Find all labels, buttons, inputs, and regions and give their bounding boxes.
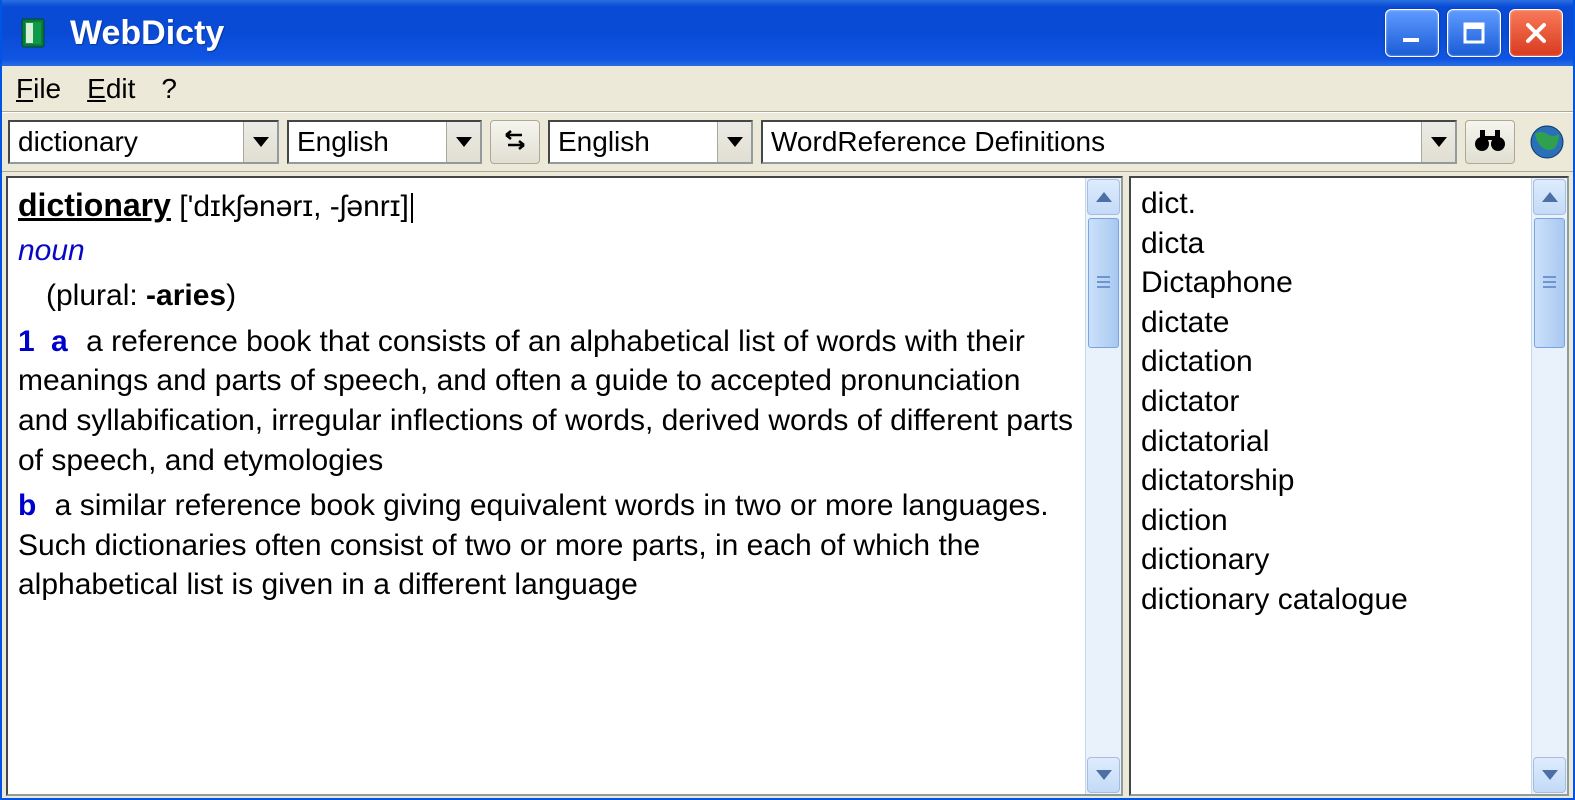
menubar: File Edit ? — [2, 66, 1573, 112]
source-dropdown-icon[interactable] — [1421, 122, 1455, 162]
close-button[interactable] — [1509, 9, 1563, 57]
def-headword: dictionary — [18, 187, 171, 223]
def-pronunciation: ['dɪkʃənərɪ, -ʃənrɪ] — [179, 190, 409, 223]
def-plural: (plural: -aries) — [18, 276, 1075, 316]
scroll-track[interactable] — [1532, 216, 1567, 756]
search-term-value[interactable]: dictionary — [10, 126, 243, 158]
list-item[interactable]: dict. — [1141, 184, 1521, 224]
list-item[interactable]: dictator — [1141, 382, 1521, 422]
wordlist-scrollbar[interactable] — [1531, 178, 1567, 794]
window-title: WebDicty — [70, 14, 1385, 53]
lang-from-dropdown-icon[interactable] — [446, 122, 480, 162]
def-plural-suffix: -aries — [146, 279, 226, 312]
app-icon — [16, 15, 52, 51]
titlebar[interactable]: WebDicty — [2, 0, 1573, 66]
toolbar: dictionary English English WordReference… — [2, 112, 1573, 172]
scroll-thumb[interactable] — [1534, 218, 1565, 348]
scroll-down-icon[interactable] — [1533, 757, 1566, 793]
menu-edit[interactable]: Edit — [87, 73, 135, 105]
source-combo[interactable]: WordReference Definitions — [761, 120, 1457, 164]
lang-from-value: English — [289, 126, 446, 158]
content-area: dictionary ['dɪkʃənərɪ, -ʃənrɪ] noun (pl… — [2, 172, 1573, 798]
list-item[interactable]: dictatorial — [1141, 422, 1521, 462]
minimize-button[interactable] — [1385, 9, 1439, 57]
list-item[interactable]: dictatorship — [1141, 461, 1521, 501]
source-value: WordReference Definitions — [763, 126, 1421, 158]
scroll-track[interactable] — [1086, 216, 1121, 756]
maximize-button[interactable] — [1447, 9, 1501, 57]
search-term-combo[interactable]: dictionary — [8, 120, 279, 164]
sense-1b-text: a similar reference book giving equivale… — [18, 489, 1049, 601]
wordlist-pane: dict.dictaDictaphonedictatedictationdict… — [1129, 176, 1569, 796]
menu-edit-rest: dit — [106, 73, 136, 104]
def-plural-close: ) — [226, 279, 236, 312]
list-item[interactable]: dictate — [1141, 303, 1521, 343]
list-item[interactable]: dictation — [1141, 342, 1521, 382]
lang-from-combo[interactable]: English — [287, 120, 482, 164]
search-button[interactable] — [1465, 120, 1515, 164]
binoculars-icon — [1473, 126, 1507, 159]
list-item[interactable]: dictionary — [1141, 540, 1521, 580]
text-cursor — [411, 193, 413, 223]
def-part-of-speech: noun — [18, 231, 1075, 271]
search-term-dropdown-icon[interactable] — [243, 122, 277, 162]
scroll-up-icon[interactable] — [1087, 179, 1120, 215]
scroll-thumb[interactable] — [1088, 218, 1119, 348]
lang-to-value: English — [550, 126, 717, 158]
definition-scrollbar[interactable] — [1085, 178, 1121, 794]
swap-icon — [500, 125, 530, 160]
scroll-up-icon[interactable] — [1533, 179, 1566, 215]
sense-1a-text: a reference book that consists of an alp… — [18, 325, 1073, 477]
menu-file[interactable]: File — [16, 73, 61, 105]
window-buttons — [1385, 9, 1563, 57]
sense-1a: 1 a a reference book that consists of an… — [18, 322, 1075, 480]
sense-1b-letter: b — [18, 489, 36, 522]
def-plural-label: (plural: — [46, 279, 146, 312]
menu-file-rest: ile — [33, 73, 61, 104]
sense-1-number: 1 — [18, 325, 35, 358]
globe-icon[interactable] — [1527, 122, 1567, 162]
sense-1b: b a similar reference book giving equiva… — [18, 486, 1075, 605]
swap-languages-button[interactable] — [490, 120, 540, 164]
sense-1a-letter: a — [51, 325, 68, 358]
scroll-down-icon[interactable] — [1087, 757, 1120, 793]
definition-pane: dictionary ['dɪkʃənərɪ, -ʃənrɪ] noun (pl… — [6, 176, 1123, 796]
list-item[interactable]: Dictaphone — [1141, 263, 1521, 303]
list-item[interactable]: dictionary catalogue — [1141, 580, 1521, 620]
menu-help[interactable]: ? — [161, 73, 177, 105]
list-item[interactable]: dicta — [1141, 224, 1521, 264]
wordlist-body[interactable]: dict.dictaDictaphonedictatedictationdict… — [1131, 178, 1531, 794]
list-item[interactable]: diction — [1141, 501, 1521, 541]
definition-body[interactable]: dictionary ['dɪkʃənərɪ, -ʃənrɪ] noun (pl… — [8, 178, 1085, 794]
lang-to-combo[interactable]: English — [548, 120, 753, 164]
app-window: WebDicty File Edit ? dictionary English — [0, 0, 1575, 800]
lang-to-dropdown-icon[interactable] — [717, 122, 751, 162]
